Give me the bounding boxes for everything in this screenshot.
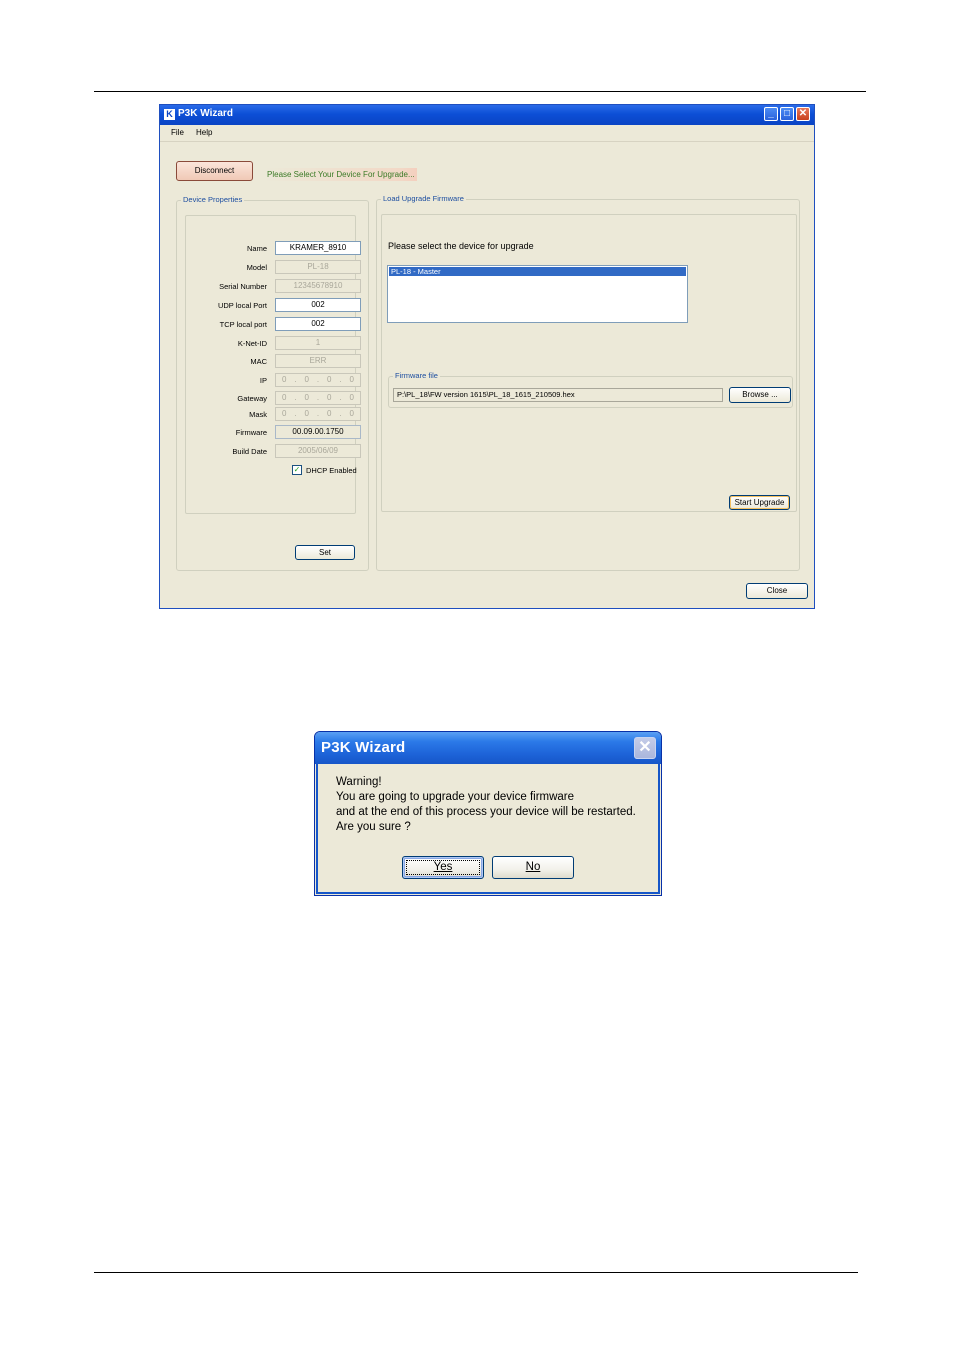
- serial-number-field: 12345678910: [275, 279, 361, 293]
- dialog-line-2: You are going to upgrade your device fir…: [336, 791, 575, 803]
- mask-field: 0.0.0.0: [275, 407, 361, 421]
- gateway-field: 0.0.0.0: [275, 391, 361, 405]
- dhcp-label: DHCP Enabled: [306, 466, 357, 475]
- dialog-line-4: Are you sure ?: [336, 821, 411, 833]
- browse-button[interactable]: Browse ...: [729, 387, 791, 403]
- close-button[interactable]: Close: [746, 583, 808, 599]
- firmware-file-group: Firmware file P:\PL_18\FW version 1615\P…: [388, 371, 793, 408]
- menu-bar: File Help: [160, 125, 814, 142]
- dhcp-checkbox[interactable]: ✓: [292, 465, 302, 475]
- label-model: Model: [246, 263, 267, 272]
- menu-file[interactable]: File: [171, 128, 184, 137]
- disconnect-button[interactable]: Disconnect: [176, 161, 253, 181]
- dialog-line-3: and at the end of this process your devi…: [336, 806, 636, 818]
- firmware-field: 00.09.00.1750: [275, 425, 361, 439]
- no-button[interactable]: No: [492, 856, 574, 879]
- start-upgrade-button[interactable]: Start Upgrade: [729, 495, 790, 510]
- label-serial-number: Serial Number: [219, 282, 267, 291]
- label-name: Name: [246, 244, 267, 253]
- load-upgrade-group: Load Upgrade Firmware Please select the …: [376, 194, 800, 571]
- build-date-field: 2005/06/09: [275, 444, 361, 458]
- knet-id-field: 1: [275, 336, 361, 350]
- main-window: K P3K Wizard _ □ ✕ File Help Disconnect …: [159, 104, 815, 609]
- ip-field: 0.0.0.0: [275, 373, 361, 387]
- window-title: P3K Wizard: [178, 108, 233, 119]
- device-properties-group: Device Properties Name KRAMER_8910 Model…: [176, 195, 369, 571]
- label-tcp-port: TCP local port: [219, 320, 267, 329]
- device-list-item[interactable]: PL-18 - Master: [389, 267, 686, 276]
- page-header-rule: [94, 91, 866, 92]
- yes-label: Yes: [433, 861, 453, 873]
- load-upgrade-panel: [381, 214, 797, 512]
- status-message: Please Select Your Device For Upgrade...: [265, 168, 417, 181]
- device-list[interactable]: PL-18 - Master: [387, 265, 688, 323]
- minimize-button[interactable]: _: [764, 107, 778, 121]
- dialog-close-button[interactable]: ✕: [634, 737, 656, 759]
- label-ip: IP: [259, 376, 267, 385]
- app-icon: K: [164, 109, 175, 120]
- udp-port-field[interactable]: 002: [275, 298, 361, 312]
- label-firmware: Firmware: [235, 428, 267, 437]
- tcp-port-field[interactable]: 002: [275, 317, 361, 331]
- close-icon: ✕: [638, 739, 652, 756]
- no-label: No: [525, 861, 541, 873]
- confirm-dialog: P3K Wizard ✕ Warning! You are going to u…: [314, 731, 662, 896]
- menu-help[interactable]: Help: [196, 128, 212, 137]
- maximize-button[interactable]: □: [780, 107, 794, 121]
- close-window-button[interactable]: ✕: [796, 107, 810, 121]
- set-button[interactable]: Set: [295, 545, 355, 560]
- load-upgrade-legend: Load Upgrade Firmware: [381, 194, 466, 203]
- minimize-icon: _: [768, 108, 774, 119]
- dialog-line-1: Warning!: [336, 776, 382, 788]
- firmware-file-legend: Firmware file: [393, 371, 440, 380]
- label-mask: Mask: [249, 410, 267, 419]
- firmware-path-field[interactable]: P:\PL_18\FW version 1615\PL_18_1615_2105…: [393, 388, 723, 402]
- device-properties-legend: Device Properties: [181, 195, 245, 204]
- yes-button[interactable]: Yes: [402, 856, 484, 879]
- title-bar[interactable]: K P3K Wizard _ □ ✕: [160, 105, 814, 125]
- mac-field: ERR: [275, 354, 361, 368]
- name-field[interactable]: KRAMER_8910: [275, 241, 361, 255]
- label-gateway: Gateway: [237, 394, 267, 403]
- upgrade-prompt: Please select the device for upgrade: [388, 241, 534, 251]
- dialog-body: Warning! You are going to upgrade your d…: [316, 764, 660, 894]
- dialog-title-bar[interactable]: P3K Wizard ✕: [315, 732, 661, 764]
- label-knet-id: K-Net-ID: [237, 339, 267, 348]
- dialog-title: P3K Wizard: [321, 739, 406, 756]
- label-mac: MAC: [250, 357, 267, 366]
- label-build-date: Build Date: [232, 447, 267, 456]
- close-icon: ✕: [798, 108, 808, 119]
- model-field: PL-18: [275, 260, 361, 274]
- page-footer-rule: [94, 1272, 858, 1273]
- maximize-icon: □: [783, 108, 791, 119]
- label-udp-port: UDP local Port: [217, 301, 267, 310]
